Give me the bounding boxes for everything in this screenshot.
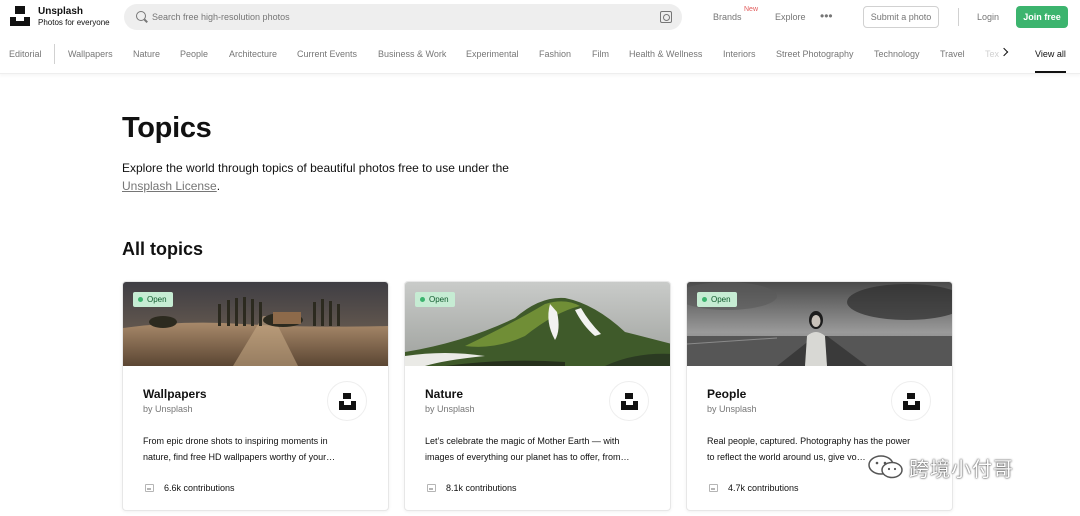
topic-cover-image[interactable]: Open: [123, 282, 388, 366]
topic-description-line: Let’s celebrate the magic of Mother Eart…: [425, 436, 620, 446]
page-description-text: Explore the world through topics of beau…: [122, 161, 509, 175]
topic-nav-item-people[interactable]: People: [180, 49, 208, 59]
view-all-topics-link[interactable]: View all: [1035, 49, 1066, 59]
status-badge: Open: [697, 292, 737, 307]
topic-cover-image[interactable]: Open: [687, 282, 952, 366]
topic-nav-item-interiors[interactable]: Interiors: [723, 49, 756, 59]
topic-nav-item-editorial[interactable]: Editorial: [9, 49, 42, 59]
status-dot-icon: [138, 297, 143, 302]
search-icon[interactable]: [136, 11, 146, 21]
topic-cover-image[interactable]: Open: [405, 282, 670, 366]
image-icon: [709, 484, 718, 492]
topic-byline: by Unsplash: [707, 404, 757, 414]
topic-nav-item-technology[interactable]: Technology: [874, 49, 920, 59]
topic-nav: Editorial Wallpapers Nature People Archi…: [0, 34, 1080, 74]
watermark-text: 跨境小付哥: [909, 459, 1014, 481]
nav-explore-link[interactable]: Explore: [775, 12, 806, 22]
topic-nav-item-wallpapers[interactable]: Wallpapers: [68, 49, 113, 59]
topic-nav-item-textures[interactable]: Textures: [985, 49, 999, 59]
topic-nav-divider: [54, 44, 55, 64]
topic-description: Let’s celebrate the magic of Mother Eart…: [425, 433, 649, 465]
image-icon: [427, 484, 436, 492]
curator-avatar[interactable]: [891, 381, 931, 421]
topic-card-nature[interactable]: Open Nature by Unsplash Let’s celebrate …: [404, 281, 671, 511]
top-header: Unsplash Photos for everyone Brands New …: [0, 0, 1080, 34]
wechat-icon: [868, 455, 903, 479]
status-dot-icon: [702, 297, 707, 302]
brand-tagline: Photos for everyone: [38, 18, 110, 27]
status-label: Open: [147, 295, 167, 304]
image-icon: [145, 484, 154, 492]
topic-nav-item-nature[interactable]: Nature: [133, 49, 160, 59]
visual-search-icon[interactable]: [660, 11, 672, 23]
section-title: All topics: [122, 239, 204, 259]
page-title: Topics: [122, 112, 212, 144]
topic-title[interactable]: Nature: [425, 387, 463, 401]
topic-description-line: nature, find free HD wallpapers worthy o…: [143, 452, 336, 462]
status-dot-icon: [420, 297, 425, 302]
page-description: Explore the world through topics of beau…: [122, 159, 522, 195]
chevron-right-icon[interactable]: [999, 47, 1009, 57]
login-link[interactable]: Login: [977, 12, 999, 22]
topic-nav-item-travel[interactable]: Travel: [940, 49, 965, 59]
contributions-count: 6.6k contributions: [164, 483, 235, 493]
status-badge: Open: [133, 292, 173, 307]
license-suffix: .: [216, 179, 221, 193]
contributions-count: 4.7k contributions: [728, 483, 799, 493]
topic-nav-item-architecture[interactable]: Architecture: [229, 49, 277, 59]
status-label: Open: [711, 295, 731, 304]
header-divider: [958, 8, 959, 26]
topic-byline: by Unsplash: [425, 404, 475, 414]
submit-photo-button[interactable]: Submit a photo: [863, 6, 939, 28]
status-label: Open: [429, 295, 449, 304]
search-input[interactable]: [152, 8, 652, 26]
join-free-button[interactable]: Join free: [1016, 6, 1068, 28]
active-tab-indicator: [1035, 71, 1066, 73]
topic-nav-item-business-work[interactable]: Business & Work: [378, 49, 446, 59]
new-badge: New: [744, 6, 759, 13]
topic-description-line: Real people, captured. Photography has t…: [707, 436, 911, 446]
topic-description: From epic drone shots to inspiring momen…: [143, 433, 367, 465]
topic-nav-item-current-events[interactable]: Current Events: [297, 49, 357, 59]
topic-nav-item-street-photography[interactable]: Street Photography: [776, 49, 854, 59]
topic-description-line: From epic drone shots to inspiring momen…: [143, 436, 328, 446]
search-bar[interactable]: [124, 4, 682, 30]
unsplash-logo-icon[interactable]: [10, 6, 30, 26]
brand-name[interactable]: Unsplash: [38, 6, 83, 17]
curator-avatar[interactable]: [609, 381, 649, 421]
status-badge: Open: [415, 292, 455, 307]
topic-nav-item-experimental[interactable]: Experimental: [466, 49, 519, 59]
unsplash-license-link[interactable]: Unsplash License: [122, 179, 217, 193]
topic-byline: by Unsplash: [143, 404, 193, 414]
nav-brands-link[interactable]: Brands: [713, 12, 742, 22]
topic-description-line: images of everything our planet has to o…: [425, 452, 630, 462]
curator-avatar[interactable]: [327, 381, 367, 421]
more-icon[interactable]: •••: [820, 10, 833, 22]
contributions-count: 8.1k contributions: [446, 483, 517, 493]
topic-nav-item-health-wellness[interactable]: Health & Wellness: [629, 49, 702, 59]
topic-title[interactable]: Wallpapers: [143, 387, 207, 401]
topic-card-wallpapers[interactable]: Open Wallpapers by Unsplash From epic dr…: [122, 281, 389, 511]
topic-nav-item-film[interactable]: Film: [592, 49, 609, 59]
topic-title[interactable]: People: [707, 387, 746, 401]
watermark: 跨境小付哥: [866, 452, 1056, 482]
topic-nav-item-fashion[interactable]: Fashion: [539, 49, 571, 59]
